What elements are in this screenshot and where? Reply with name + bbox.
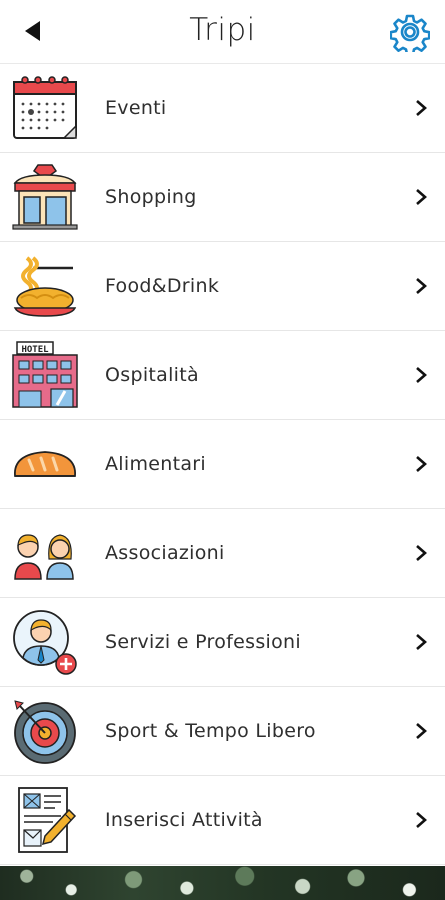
menu-item-label: Associazioni <box>105 542 225 564</box>
chevron-right-icon <box>416 723 427 739</box>
chevron-right-icon <box>416 100 427 116</box>
chevron-right-icon <box>416 189 427 205</box>
svg-text:HOTEL: HOTEL <box>21 345 49 355</box>
menu-item-sport-tempo-libero[interactable]: Sport & Tempo Libero <box>0 687 445 776</box>
chevron-right-icon <box>416 545 427 561</box>
shop-icon <box>12 164 78 230</box>
chevron-right-icon <box>416 278 427 294</box>
chevron-right-icon <box>416 367 427 383</box>
menu-item-ospitalita[interactable]: HOTEL Ospitalità <box>0 331 445 420</box>
chevron-right-icon <box>416 456 427 472</box>
page-title: Tripi <box>189 12 256 48</box>
menu-item-shopping[interactable]: Shopping <box>0 153 445 242</box>
menu-item-label: Shopping <box>105 186 197 208</box>
menu-item-associazioni[interactable]: Associazioni <box>0 509 445 598</box>
menu-item-eventi[interactable]: Eventi <box>0 64 445 153</box>
category-list: Eventi Shopping Food&Drink HOTEL Ospital… <box>0 64 445 865</box>
menu-item-servizi-professioni[interactable]: Servizi e Professioni <box>0 598 445 687</box>
menu-item-label: Eventi <box>105 97 167 119</box>
settings-button[interactable] <box>389 12 431 56</box>
chevron-right-icon <box>416 634 427 650</box>
spaghetti-icon <box>13 256 77 317</box>
menu-item-label: Inserisci Attività <box>105 809 263 831</box>
menu-item-inserisci-attivita[interactable]: Inserisci Attività <box>0 776 445 865</box>
calendar-icon <box>13 76 77 139</box>
hotel-icon: HOTEL <box>12 341 78 408</box>
menu-item-label: Servizi e Professioni <box>105 631 301 653</box>
people-icon <box>14 534 74 580</box>
professional-icon <box>13 610 77 675</box>
edit-document-icon <box>18 787 77 853</box>
menu-item-food-drink[interactable]: Food&Drink <box>0 242 445 331</box>
bread-icon <box>14 451 76 477</box>
gear-icon <box>389 14 431 56</box>
app-header: Tripi <box>0 0 445 64</box>
menu-item-label: Sport & Tempo Libero <box>105 720 316 742</box>
menu-item-label: Food&Drink <box>105 275 220 297</box>
menu-item-label: Alimentari <box>105 453 206 475</box>
target-icon <box>14 700 76 764</box>
menu-item-label: Ospitalità <box>105 364 199 386</box>
chevron-right-icon <box>416 812 427 828</box>
background-photo <box>0 866 445 900</box>
menu-item-alimentari[interactable]: Alimentari <box>0 420 445 509</box>
